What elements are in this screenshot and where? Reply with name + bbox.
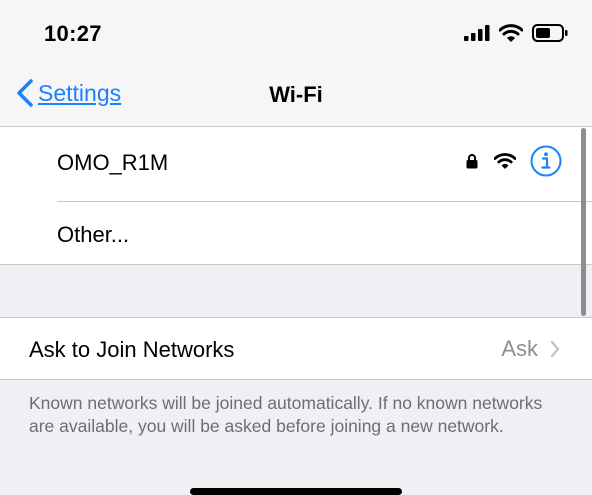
chevron-right-icon	[550, 340, 560, 358]
scroll-indicator[interactable]	[581, 128, 586, 316]
status-icons	[464, 24, 568, 42]
navigation-bar: Settings Wi-Fi	[0, 62, 592, 127]
lock-icon	[466, 154, 478, 169]
wifi-status-icon	[499, 24, 523, 42]
status-bar: 10:27	[0, 0, 592, 62]
network-status-icons	[466, 145, 562, 177]
networks-list: OMO_R1M Other...	[0, 127, 592, 265]
cellular-signal-icon	[464, 25, 490, 41]
ask-to-join-label: Ask to Join Networks	[29, 337, 235, 362]
network-name: OMO_R1M	[57, 150, 169, 175]
ask-to-join-row[interactable]: Ask to Join Networks Ask	[0, 317, 592, 380]
network-row[interactable]: OMO_R1M	[0, 127, 592, 195]
page-title: Wi-Fi	[269, 82, 323, 107]
wifi-strength-icon	[494, 153, 516, 169]
ask-to-join-footnote: Known networks will be joined automatica…	[29, 393, 543, 436]
battery-icon	[532, 24, 568, 42]
info-icon[interactable]	[530, 145, 562, 177]
network-row-other[interactable]: Other...	[0, 202, 592, 270]
home-indicator[interactable]	[190, 488, 402, 495]
ask-to-join-value: Ask	[501, 336, 560, 362]
ask-to-join-setting: Ask	[501, 336, 538, 361]
status-time: 10:27	[44, 21, 102, 46]
network-name: Other...	[57, 222, 130, 247]
